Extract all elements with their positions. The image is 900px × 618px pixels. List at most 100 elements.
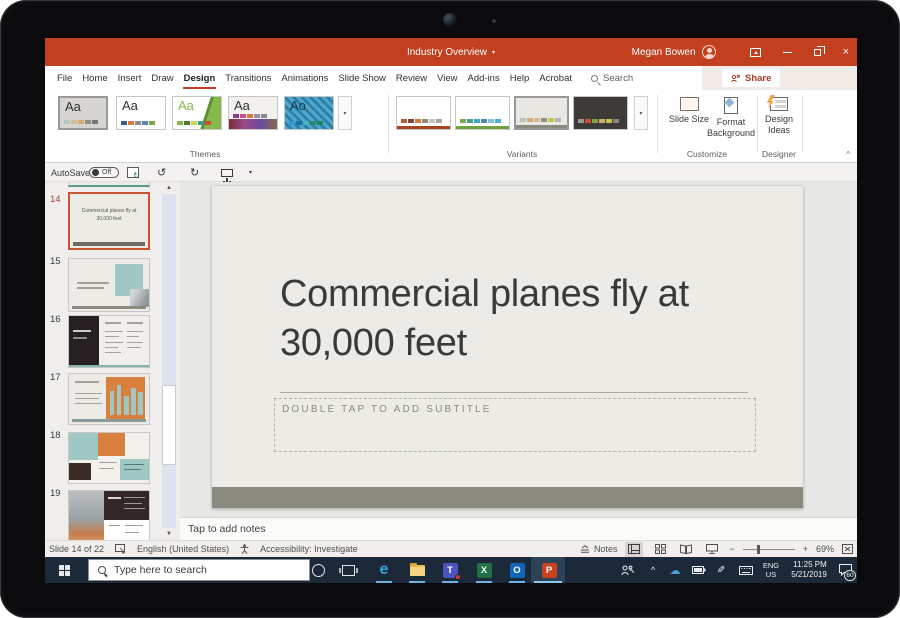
start-button[interactable]	[53, 557, 75, 583]
scroll-up-icon[interactable]: ▲	[158, 185, 180, 191]
chevron-down-icon: ▾	[249, 169, 252, 176]
thumbnail-art	[69, 463, 91, 480]
design-ideas-button[interactable]: Design Ideas	[753, 97, 805, 136]
ribbon-search[interactable]: Search	[591, 73, 633, 84]
chart-bar	[138, 392, 143, 414]
windows-ink-button[interactable]: ✎	[713, 557, 729, 583]
theme-thumbnail-2[interactable]: Aa	[116, 96, 166, 130]
people-button[interactable]	[617, 557, 637, 583]
zoom-slider[interactable]	[743, 549, 795, 550]
language-region: US	[766, 570, 776, 579]
tab-draw[interactable]: Draw	[146, 66, 178, 90]
zoom-level[interactable]: 69%	[816, 544, 834, 554]
variants-more-button[interactable]: ▾	[634, 96, 648, 130]
account-menu[interactable]: Megan Bowen	[632, 45, 716, 59]
thumbnail-slide-17[interactable]	[68, 373, 150, 425]
accessibility-button[interactable]	[240, 544, 249, 554]
thumbnail-scrollbar[interactable]: ▲ ▼	[158, 182, 180, 540]
battery-button[interactable]	[689, 557, 709, 583]
close-button[interactable]: ×	[843, 47, 849, 58]
text-line	[99, 468, 113, 469]
normal-view-button[interactable]	[625, 542, 643, 557]
theme-thumbnail-current[interactable]: Aa	[58, 96, 108, 130]
thumbnail-slide-15[interactable]	[68, 258, 150, 312]
touch-keyboard-button[interactable]	[736, 557, 756, 583]
redo-button[interactable]: ↻	[190, 163, 199, 182]
qat-customize-button[interactable]: ▾	[249, 163, 252, 182]
slideshow-view-button[interactable]	[703, 542, 721, 557]
thumbnail-slide-14[interactable]: Commercial planes fly at 30,000 feet	[68, 192, 150, 250]
tab-add-ins[interactable]: Add-ins	[463, 66, 505, 90]
subtitle-placeholder[interactable]: DOUBLE TAP TO ADD SUBTITLE	[274, 398, 756, 452]
variant-thumbnail-2[interactable]	[455, 96, 510, 130]
clock[interactable]: 11:25 PM5/21/2019	[785, 557, 833, 583]
thumbnail-slide-19[interactable]	[68, 490, 150, 540]
tab-slide-show[interactable]: Slide Show	[333, 66, 391, 90]
variant-swatches	[401, 119, 442, 123]
taskbar-app-powerpoint[interactable]: P	[538, 557, 560, 583]
tray-expand-button[interactable]: ^	[645, 557, 661, 583]
tab-file[interactable]: File	[52, 66, 77, 90]
tab-acrobat[interactable]: Acrobat	[534, 66, 577, 90]
autosave-toggle[interactable]: Off	[89, 163, 119, 182]
tab-transitions[interactable]: Transitions	[220, 66, 276, 90]
powerpoint-icon: P	[542, 563, 557, 578]
notes-toggle-button[interactable]: Notes	[580, 544, 618, 554]
thumbnail-slide-16[interactable]	[68, 315, 150, 368]
display-settings-button[interactable]	[115, 544, 126, 554]
language-button[interactable]: English (United States)	[137, 544, 229, 554]
theme-thumbnail-4[interactable]: Aa	[228, 96, 278, 130]
minimize-button[interactable]	[783, 52, 792, 53]
tab-review[interactable]: Review	[391, 66, 432, 90]
slide-title-textbox[interactable]: Commercial planes fly at 30,000 feet	[280, 270, 772, 369]
teams-icon: T	[443, 563, 458, 578]
scrollbar-thumb[interactable]	[162, 385, 176, 465]
tab-view[interactable]: View	[432, 66, 462, 90]
slide-sorter-icon	[655, 544, 666, 554]
theme-swatches	[177, 121, 211, 125]
slide-editor[interactable]: Commercial planes fly at 30,000 feet DOU…	[212, 186, 803, 508]
taskbar-search-box[interactable]: Type here to search	[88, 559, 310, 581]
onedrive-button[interactable]: ☁	[666, 557, 684, 583]
tab-insert[interactable]: Insert	[113, 66, 147, 90]
taskbar-app-outlook[interactable]: O	[506, 557, 528, 583]
taskbar-app-edge[interactable]: e	[373, 557, 395, 583]
variant-thumbnail-4[interactable]	[573, 96, 628, 130]
save-button[interactable]	[127, 163, 139, 182]
theme-thumbnail-5[interactable]: Ao	[284, 96, 334, 130]
slide-sorter-view-button[interactable]	[651, 542, 669, 557]
themes-more-button[interactable]: ▾	[338, 96, 352, 130]
variant-thumbnail-1[interactable]	[396, 96, 451, 130]
taskbar-app-file-explorer[interactable]	[406, 557, 428, 583]
fit-slide-button[interactable]	[842, 544, 853, 554]
taskbar-app-excel[interactable]: X	[473, 557, 495, 583]
taskbar-app-teams[interactable]: T	[439, 557, 461, 583]
thumbnail-slide-18[interactable]	[68, 432, 150, 484]
tab-home[interactable]: Home	[77, 66, 112, 90]
format-background-button[interactable]: Format Background	[705, 97, 757, 139]
restore-button[interactable]	[814, 49, 821, 56]
tab-help[interactable]: Help	[505, 66, 535, 90]
start-slideshow-button[interactable]	[221, 163, 233, 182]
collapse-ribbon-button[interactable]: ^	[846, 150, 850, 159]
tab-design[interactable]: Design	[179, 66, 221, 90]
scroll-down-icon[interactable]: ▼	[158, 531, 180, 537]
ribbon-display-options-button[interactable]	[750, 48, 761, 57]
notes-pane[interactable]: Tap to add notes	[180, 517, 857, 540]
task-view-button[interactable]	[337, 557, 359, 583]
share-button[interactable]: Share	[722, 69, 780, 87]
accessibility-status[interactable]: Accessibility: Investigate	[260, 544, 358, 554]
scrollbar-track[interactable]	[162, 194, 176, 528]
language-indicator[interactable]: ENGUS	[759, 557, 783, 583]
zoom-out-button[interactable]: −	[729, 544, 734, 554]
undo-button[interactable]: ↺	[157, 163, 166, 182]
reading-view-button[interactable]	[677, 542, 695, 557]
zoom-in-button[interactable]: +	[803, 544, 808, 554]
cortana-button[interactable]	[307, 557, 329, 583]
theme-thumbnail-3[interactable]: Aa	[172, 96, 222, 130]
slide-number: 17	[50, 372, 61, 383]
tab-animations[interactable]: Animations	[276, 66, 333, 90]
zoom-slider-thumb[interactable]	[757, 545, 760, 554]
variant-thumbnail-current[interactable]	[514, 96, 569, 130]
thumbnail-slide-13-partial[interactable]	[68, 182, 150, 187]
